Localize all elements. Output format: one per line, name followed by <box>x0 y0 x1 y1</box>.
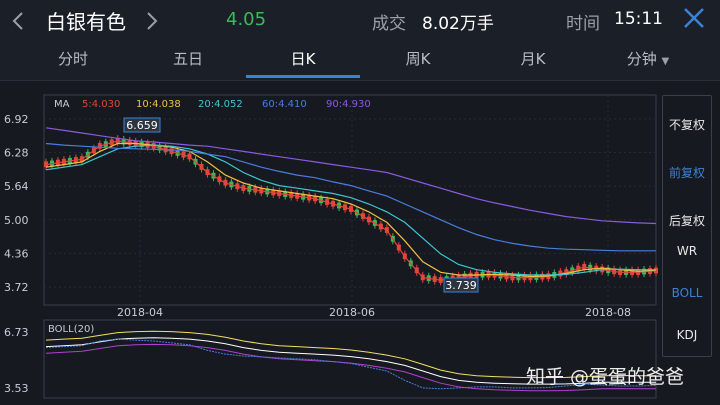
option-unadjusted[interactable]: 不复权 <box>663 116 711 133</box>
ma-legend-item: 5:4.030 <box>82 99 120 110</box>
period-tabs: 分时 五日 日K 周K 月K 分钟 ▼ <box>0 42 720 81</box>
tab-weekly-k[interactable]: 周K <box>361 42 475 78</box>
price-tick-label: 5.64 <box>4 180 29 193</box>
tab-minute-label: 分钟 <box>626 50 657 68</box>
price-tick-label: 3.72 <box>4 281 29 294</box>
active-tab-indicator <box>246 75 360 78</box>
date-tick-label: 2018-04 <box>117 306 163 319</box>
option-forward-adjusted[interactable]: 前复权 <box>663 164 711 181</box>
indicator-kdj[interactable]: KDJ <box>663 328 711 342</box>
stock-name: 白银有色 <box>46 10 126 34</box>
ma-legend-item: 10:4.038 <box>136 99 181 110</box>
time-value: 15:11 <box>614 9 663 29</box>
ma-legend-item: 90:4.930 <box>326 99 371 110</box>
candlestick-chart[interactable]: 6.92 6.28 5.64 5.00 4.36 3.72 2018-04 2018-06 20… <box>0 84 660 405</box>
tab-monthly-k[interactable]: 月K <box>476 42 590 78</box>
low-marker-label: 3.739 <box>445 279 477 292</box>
tab-intraday[interactable]: 分时 <box>16 42 130 78</box>
ma-legend-item: 60:4.410 <box>262 99 307 110</box>
boll-tick-label: 6.73 <box>4 326 29 339</box>
price-tick-label: 6.28 <box>4 146 29 159</box>
high-marker-label: 6.659 <box>126 119 158 132</box>
boll-label: BOLL(20) <box>48 324 94 335</box>
watermark: 知乎 @蛋蛋的爸爸 <box>526 366 685 388</box>
option-backward-adjusted[interactable]: 后复权 <box>663 212 711 229</box>
price-tick-label: 6.92 <box>4 113 29 126</box>
chevron-left-icon[interactable] <box>12 0 24 42</box>
caret-down-icon: ▼ <box>661 56 670 67</box>
ma-legend-label: MA <box>54 99 70 110</box>
indicator-panel: 不复权 前复权 后复权 WR BOLL KDJ <box>662 95 712 357</box>
current-price: 4.05 <box>226 9 267 30</box>
price-tick-label: 5.00 <box>4 214 29 227</box>
close-icon[interactable] <box>682 6 706 36</box>
chevron-right-icon[interactable] <box>146 0 158 42</box>
ma-legend-item: 20:4.052 <box>198 99 243 110</box>
indicator-wr[interactable]: WR <box>663 244 711 258</box>
date-tick-label: 2018-08 <box>585 306 631 319</box>
time-label: 时间 <box>566 14 600 34</box>
volume-label: 成交 <box>372 14 406 34</box>
indicator-boll[interactable]: BOLL <box>663 286 711 300</box>
header-bar: 白银有色 4.05 成交 8.02万手 时间 15:11 <box>0 0 720 42</box>
boll-tick-label: 3.53 <box>4 382 29 395</box>
tab-daily-k[interactable]: 日K <box>246 42 360 78</box>
price-tick-label: 4.36 <box>4 247 29 260</box>
tab-minute[interactable]: 分钟 ▼ <box>591 42 705 78</box>
tab-five-day[interactable]: 五日 <box>131 42 245 78</box>
date-tick-label: 2018-06 <box>329 306 375 319</box>
volume-value: 8.02万手 <box>422 14 494 34</box>
